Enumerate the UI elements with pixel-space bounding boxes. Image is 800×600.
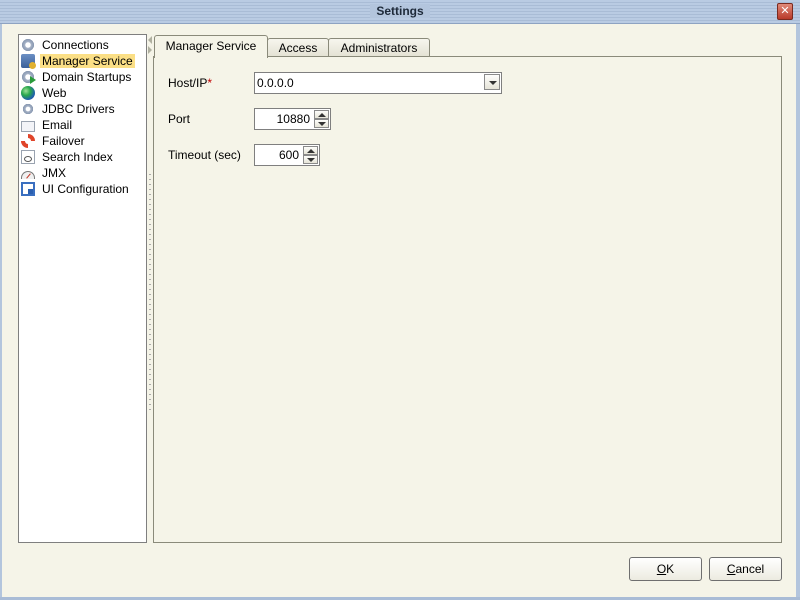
host-combo[interactable]: 0.0.0.0 [254, 72, 502, 94]
timeout-spinner[interactable]: 600 [254, 144, 320, 166]
sidebar-item-search-index[interactable]: Search Index [21, 149, 115, 165]
tab-access[interactable]: Access [267, 38, 329, 57]
envelope-icon [21, 120, 35, 132]
sidebar-item-email[interactable]: Email [21, 117, 74, 133]
timeout-label: Timeout (sec) [168, 148, 241, 162]
lifebuoy-icon [21, 134, 35, 148]
host-label: Host/IP* [168, 76, 213, 90]
ok-mnemonic: O [656, 562, 667, 576]
port-increment-icon[interactable] [314, 110, 329, 119]
required-mark: * [207, 76, 213, 90]
cancel-label: ancel [735, 562, 765, 576]
port-label: Port [168, 112, 191, 126]
gear-icon [21, 38, 35, 52]
server-icon [21, 54, 36, 69]
ok-label: K [666, 562, 675, 576]
collapse-left-icon[interactable] [148, 36, 152, 44]
port-value[interactable]: 10880 [277, 112, 310, 126]
sidebar-item-ui-configuration[interactable]: UI Configuration [21, 181, 131, 197]
window-title: Settings [0, 4, 800, 18]
gears-icon [22, 103, 34, 115]
sidebar-item-web[interactable]: Web [21, 85, 68, 101]
tab-administrators[interactable]: Administrators [328, 38, 430, 57]
sidebar-item-failover[interactable]: Failover [21, 133, 87, 149]
sidebar-item-manager-service[interactable]: Manager Service [21, 53, 135, 69]
search-document-icon [21, 150, 35, 164]
sidebar-item-connections[interactable]: Connections [21, 37, 111, 53]
gauge-icon [21, 171, 35, 179]
settings-dialog: Connections Manager Service Domain Start… [2, 24, 796, 597]
timeout-decrement-icon[interactable] [303, 155, 318, 164]
sidebar-item-jdbc-drivers[interactable]: JDBC Drivers [21, 101, 117, 117]
timeout-increment-icon[interactable] [303, 146, 318, 155]
timeout-value[interactable]: 600 [279, 148, 299, 162]
port-spinner[interactable]: 10880 [254, 108, 331, 130]
sidebar-item-jmx[interactable]: JMX [21, 165, 68, 181]
tab-panel-manager-service: Host/IP* 0.0.0.0 Port 10880 Timeout (sec… [153, 56, 782, 543]
ok-button[interactable]: OK [629, 557, 702, 581]
host-value[interactable]: 0.0.0.0 [257, 76, 294, 90]
gear-play-icon [21, 70, 36, 84]
port-decrement-icon[interactable] [314, 119, 329, 128]
ui-config-icon [21, 182, 35, 196]
globe-icon [21, 86, 35, 100]
settings-category-tree: Connections Manager Service Domain Start… [18, 34, 147, 543]
close-icon[interactable]: ✕ [777, 3, 793, 20]
expand-right-icon[interactable] [148, 46, 152, 54]
chevron-down-icon[interactable] [484, 74, 500, 90]
title-bar[interactable]: Settings ✕ [0, 0, 800, 24]
grip-icon [149, 174, 151, 414]
tab-manager-service[interactable]: Manager Service [154, 35, 268, 58]
cancel-button[interactable]: Cancel [709, 557, 782, 581]
sidebar-item-domain-startups[interactable]: Domain Startups [21, 69, 133, 85]
